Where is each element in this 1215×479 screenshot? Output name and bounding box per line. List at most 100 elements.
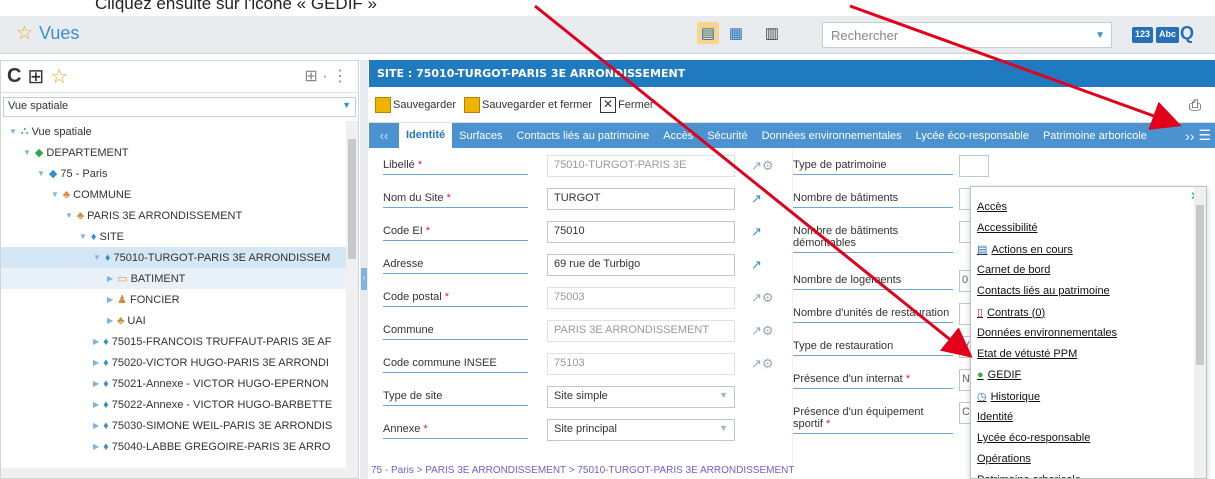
tree-scrollbar[interactable] bbox=[346, 121, 358, 473]
collapse-icon[interactable]: ▼ bbox=[79, 232, 87, 241]
field-input[interactable]: PARIS 3E ARRONDISSEMENT bbox=[547, 320, 735, 342]
app-title-label: Vues bbox=[39, 23, 80, 43]
dropdown-item[interactable]: Accessibilité bbox=[977, 222, 1038, 234]
dropdown-item[interactable]: Patrimoine arboricole bbox=[977, 474, 1081, 478]
tree-node[interactable]: ▶ ♦ 75030-SIMONE WEIL-PARIS 3E ARRONDIS bbox=[1, 415, 358, 436]
star-icon[interactable]: ☆ bbox=[16, 22, 33, 45]
building-view-icon[interactable]: ▥ bbox=[761, 22, 783, 44]
dropdown-item[interactable]: ▤ Actions en cours bbox=[977, 243, 1073, 257]
field-label: Code postal * bbox=[383, 291, 528, 307]
collapse-icon[interactable]: ▼ bbox=[65, 211, 73, 220]
save-close-button[interactable]: Sauvegarder et fermer bbox=[464, 96, 592, 113]
collapse-icon[interactable]: ▼ bbox=[23, 148, 31, 157]
expand-icon[interactable]: ▶ bbox=[107, 316, 113, 325]
expand-icon[interactable]: ▶ bbox=[93, 379, 99, 388]
tree-node[interactable]: ▶ ♟ FONCIER bbox=[1, 289, 358, 310]
dropdown-item[interactable]: Opérations bbox=[977, 453, 1031, 465]
expand-icon[interactable]: ▶ bbox=[93, 421, 99, 430]
view-select[interactable]: Vue spatiale ▼ bbox=[3, 97, 356, 117]
tree-node[interactable]: ▼ ◆ 75 - Paris bbox=[1, 163, 358, 184]
text-search-icon[interactable]: Abc bbox=[1156, 27, 1180, 43]
numeric-search-icon[interactable]: 123 bbox=[1132, 27, 1154, 43]
tree-node[interactable]: ▶ ▭ BATIMENT bbox=[1, 268, 358, 289]
link-settings-icon[interactable]: ↗⚙ bbox=[751, 290, 774, 306]
dropdown-item[interactable]: Identité bbox=[977, 411, 1013, 423]
expand-icon[interactable]: ▶ bbox=[93, 442, 99, 451]
dropdown-item[interactable]: Carnet de bord bbox=[977, 264, 1050, 276]
field-input[interactable] bbox=[959, 155, 989, 177]
expand-icon[interactable]: ▶ bbox=[107, 295, 113, 304]
tab-6[interactable]: Lycée éco-responsable bbox=[909, 130, 1036, 142]
tree-node[interactable]: ▼ ♦ 75010-TURGOT-PARIS 3E ARRONDISSEM bbox=[1, 247, 358, 268]
search-input[interactable]: Rechercher ▼ bbox=[822, 22, 1112, 48]
expand-icon[interactable]: ▶ bbox=[93, 400, 99, 409]
panel-splitter[interactable]: ‹ bbox=[360, 60, 368, 479]
dropdown-item[interactable]: ▯ Contrats (0) bbox=[977, 306, 1045, 320]
favorite-icon[interactable]: ☆ bbox=[50, 64, 68, 89]
collapse-icon[interactable]: ▼ bbox=[51, 190, 59, 199]
tree-node[interactable]: ▶ ♦ 75040-LABBE GREGOIRE-PARIS 3E ARRO bbox=[1, 436, 358, 457]
add-icon[interactable]: ⊞ bbox=[27, 64, 44, 89]
collapse-arrow-icon[interactable]: ‹ bbox=[361, 268, 367, 290]
tree-node[interactable]: ▶ ♣ UAI bbox=[1, 310, 358, 331]
tab-5[interactable]: Données environnementales bbox=[755, 130, 909, 142]
field-input[interactable]: 75103 bbox=[547, 353, 735, 375]
expand-icon[interactable]: ▶ bbox=[93, 337, 99, 346]
save-button[interactable]: Sauvegarder bbox=[375, 96, 456, 113]
collapse-icon[interactable]: ▼ bbox=[37, 169, 45, 178]
tree-node[interactable]: ▶ ♦ 75020-VICTOR HUGO-PARIS 3E ARRONDI bbox=[1, 352, 358, 373]
expand-icon[interactable]: ▶ bbox=[93, 358, 99, 367]
field-input[interactable]: Site principal ▼ bbox=[547, 419, 735, 441]
tree-node-label: FONCIER bbox=[130, 293, 180, 306]
tree-node[interactable]: ▶ ♦ 75015-FRANCOIS TRUFFAUT-PARIS 3E AF bbox=[1, 331, 358, 352]
external-link-icon[interactable]: ↗ bbox=[751, 224, 762, 240]
field-input[interactable]: Site simple ▼ bbox=[547, 386, 735, 408]
print-icon[interactable]: ⎙ bbox=[1189, 97, 1201, 114]
advanced-search-icon[interactable]: Q bbox=[1180, 23, 1194, 44]
dropdown-item[interactable]: ● GEDIF bbox=[977, 369, 1021, 381]
dropdown-item[interactable]: ◷ Historique bbox=[977, 390, 1040, 404]
tabs-next-icon[interactable]: ›› bbox=[1185, 128, 1194, 144]
dropdown-item[interactable]: Données environnementales bbox=[977, 327, 1117, 339]
field-input[interactable]: 75010-TURGOT-PARIS 3E bbox=[547, 155, 735, 177]
tab-2[interactable]: Contacts liés au patrimoine bbox=[510, 130, 657, 142]
tree-node[interactable]: ▼ ♦ SITE bbox=[1, 226, 358, 247]
dropdown-item[interactable]: Contacts liés au patrimoine bbox=[977, 285, 1110, 297]
tree-node[interactable]: ▼ ♣ PARIS 3E ARRONDISSEMENT bbox=[1, 205, 358, 226]
dropdown-item[interactable]: Etat de vétusté PPM bbox=[977, 348, 1077, 360]
dropdown-scrollbar[interactable] bbox=[1194, 187, 1206, 478]
hamburger-menu-icon[interactable]: ☰ bbox=[1198, 127, 1211, 144]
tree-node[interactable]: ▼ ♣ COMMUNE bbox=[1, 184, 358, 205]
tabs-prev-icon[interactable]: ‹‹ bbox=[369, 128, 399, 143]
tab-4[interactable]: Sécurité bbox=[700, 130, 754, 142]
refresh-icon[interactable]: C bbox=[7, 65, 21, 88]
link-settings-icon[interactable]: ↗⚙ bbox=[751, 323, 774, 339]
tree-node[interactable]: ▶ ♦ 75021-Annexe - VICTOR HUGO-EPERNON bbox=[1, 373, 358, 394]
horizontal-scrollbar[interactable] bbox=[1, 468, 358, 478]
dropdown-item[interactable]: Lycée éco-responsable bbox=[977, 432, 1090, 444]
tab-1[interactable]: Surfaces bbox=[452, 130, 509, 142]
tab-7[interactable]: Patrimoine arboricole bbox=[1036, 130, 1154, 142]
external-link-icon[interactable]: ↗ bbox=[751, 191, 762, 207]
external-link-icon[interactable]: ↗ bbox=[751, 257, 762, 273]
field-input[interactable]: 75010 bbox=[547, 221, 735, 243]
tree-view-icon[interactable]: ▤ bbox=[697, 22, 719, 44]
field-input[interactable]: 75003 bbox=[547, 287, 735, 309]
collapse-icon[interactable]: ▼ bbox=[9, 127, 17, 136]
dropdown-item[interactable]: Accès bbox=[977, 201, 1007, 213]
grid-view-icon[interactable]: ▦ bbox=[725, 22, 747, 44]
expand-icon[interactable]: ▶ bbox=[107, 274, 113, 283]
tab-3[interactable]: Accès bbox=[656, 130, 700, 142]
link-settings-icon[interactable]: ↗⚙ bbox=[751, 158, 774, 174]
tab-0[interactable]: Identité bbox=[399, 123, 453, 148]
more-options-icon[interactable]: ⊞ · ⋮ bbox=[304, 66, 348, 86]
field-input[interactable]: TURGOT bbox=[547, 188, 735, 210]
tree-node[interactable]: ▶ ♦ 75022-Annexe - VICTOR HUGO-BARBETTE bbox=[1, 394, 358, 415]
field-input[interactable]: 69 rue de Turbigo bbox=[547, 254, 735, 276]
tree-node[interactable]: ▼ ◆ DEPARTEMENT bbox=[1, 142, 358, 163]
tree-node[interactable]: ▼ ⛬ Vue spatiale bbox=[1, 121, 358, 142]
link-settings-icon[interactable]: ↗⚙ bbox=[751, 356, 774, 372]
close-button[interactable]: ✕ Fermer bbox=[600, 96, 654, 113]
chevron-down-icon[interactable]: ▼ bbox=[1095, 30, 1105, 41]
collapse-icon[interactable]: ▼ bbox=[93, 253, 101, 262]
